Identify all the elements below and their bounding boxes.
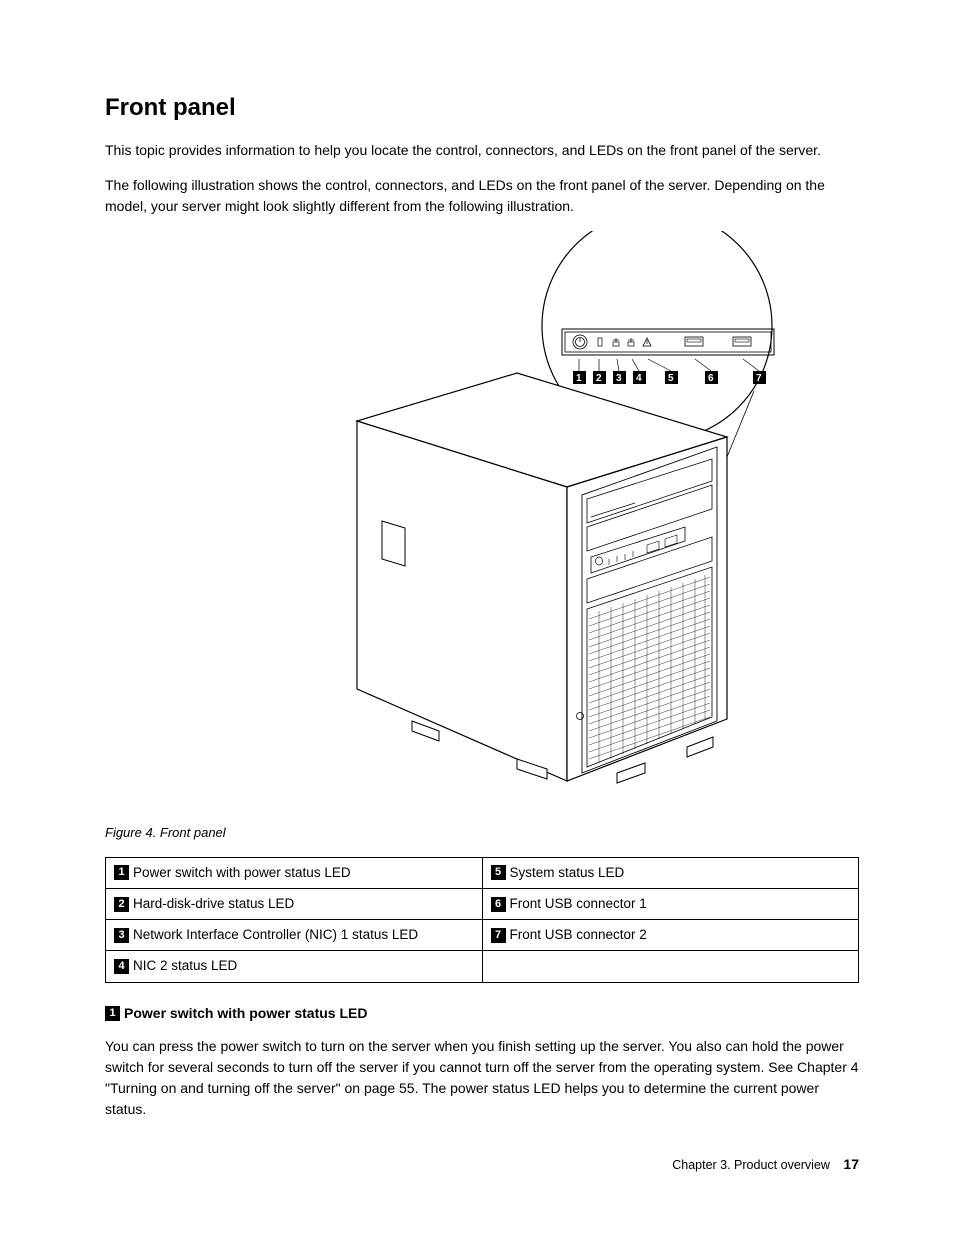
- cell-text: Front USB connector 1: [510, 896, 647, 911]
- callout-4: 4: [636, 373, 642, 384]
- callout-3: 3: [616, 373, 622, 384]
- table-row: 1 Power switch with power status LED 5 Sys…: [106, 857, 859, 888]
- footer-chapter: Chapter 3. Product overview: [672, 1158, 830, 1172]
- callout-badge: 1: [105, 1006, 120, 1021]
- callout-2: 2: [596, 373, 602, 384]
- section-title-text: Power switch with power status LED: [124, 1005, 367, 1021]
- intro-paragraph-2: The following illustration shows the con…: [105, 175, 859, 217]
- page-footer: Chapter 3. Product overview 17: [672, 1154, 859, 1175]
- cell-text: System status LED: [510, 865, 625, 880]
- cell-text: NIC 2 status LED: [133, 958, 237, 973]
- cell-text: Hard-disk-drive status LED: [133, 896, 294, 911]
- callout-table: 1 Power switch with power status LED 5 Sys…: [105, 857, 859, 983]
- table-row: 3 Network Interface Controller (NIC) 1 st…: [106, 920, 859, 951]
- table-row: 2 Hard-disk-drive status LED 6 Front USB c…: [106, 888, 859, 919]
- callout-badge: 7: [491, 928, 506, 943]
- callout-badge: 1: [114, 865, 129, 880]
- cell-text: Network Interface Controller (NIC) 1 sta…: [133, 927, 418, 942]
- figure-4: 1 2 3 4 5 6 7: [105, 231, 859, 843]
- callout-badge: 5: [491, 865, 506, 880]
- callout-5: 5: [668, 373, 674, 384]
- server-illustration: 1 2 3 4 5 6 7: [187, 231, 777, 801]
- callout-1: 1: [576, 373, 582, 384]
- callout-6: 6: [708, 373, 714, 384]
- cell-text: Front USB connector 2: [510, 927, 647, 942]
- intro-paragraph-1: This topic provides information to help …: [105, 140, 859, 161]
- figure-caption: Figure 4. Front panel: [105, 823, 859, 843]
- server-tower: [357, 373, 727, 781]
- callout-badge: 2: [114, 897, 129, 912]
- footer-page-number: 17: [843, 1156, 859, 1172]
- callout-badge: 4: [114, 959, 129, 974]
- cell-text: Power switch with power status LED: [133, 865, 351, 880]
- callout-badge: 3: [114, 928, 129, 943]
- table-row: 4 NIC 2 status LED: [106, 951, 859, 982]
- section-paragraph: You can press the power switch to turn o…: [105, 1036, 859, 1120]
- callout-7: 7: [756, 373, 762, 384]
- callout-badge: 6: [491, 897, 506, 912]
- section-title: 1 Power switch with power status LED: [105, 1003, 859, 1024]
- page-heading: Front panel: [105, 90, 859, 126]
